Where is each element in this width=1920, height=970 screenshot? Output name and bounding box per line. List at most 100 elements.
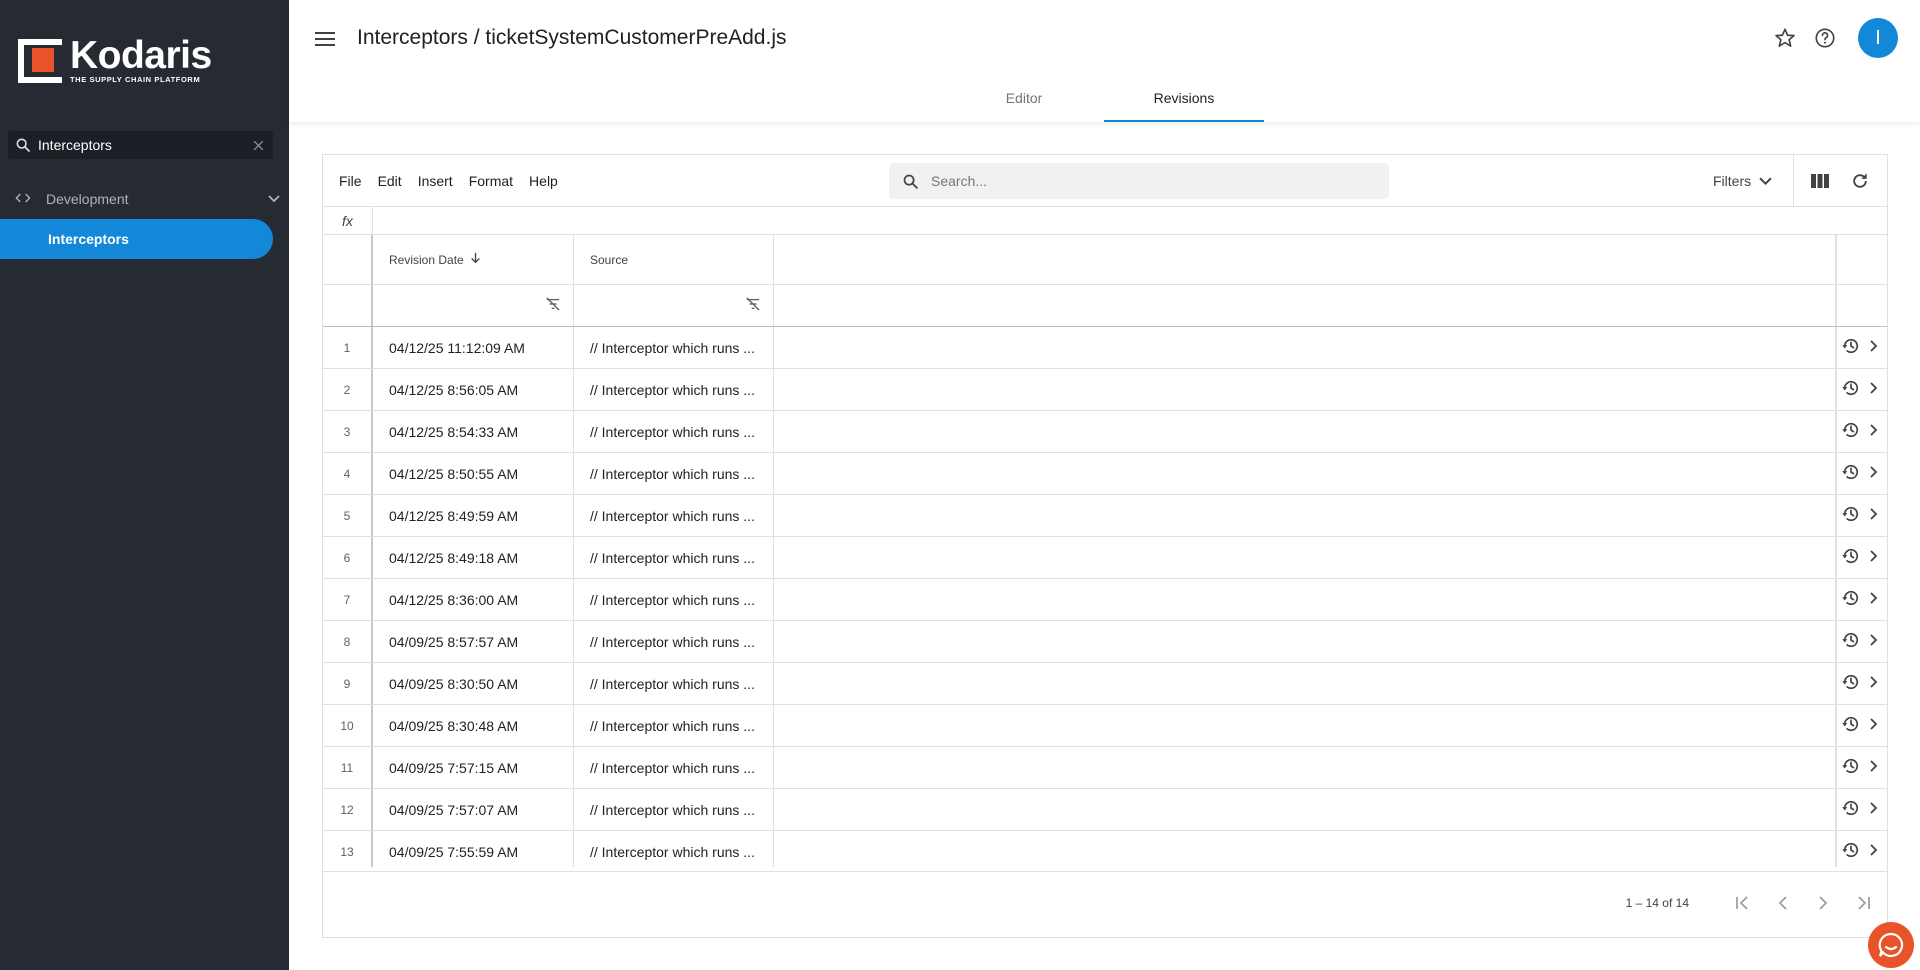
history-icon[interactable] bbox=[1841, 756, 1861, 779]
chevron-right-icon[interactable] bbox=[1869, 843, 1879, 860]
hamburger-icon[interactable] bbox=[313, 27, 337, 51]
source-cell[interactable]: // Interceptor which runs ... bbox=[574, 789, 774, 830]
grid-search-input[interactable] bbox=[931, 173, 1389, 189]
revision-date-cell[interactable]: 04/12/25 8:49:18 AM bbox=[373, 537, 574, 578]
source-cell[interactable]: // Interceptor which runs ... bbox=[574, 663, 774, 704]
column-header-revision-date[interactable]: Revision Date bbox=[373, 235, 574, 284]
tab-revisions[interactable]: Revisions bbox=[1104, 76, 1264, 122]
source-cell[interactable]: // Interceptor which runs ... bbox=[574, 537, 774, 578]
table-row[interactable]: 7 04/12/25 8:36:00 AM// Interceptor which… bbox=[323, 579, 1887, 621]
history-icon[interactable] bbox=[1841, 840, 1861, 863]
grid-search[interactable] bbox=[889, 163, 1389, 199]
chevron-right-icon[interactable] bbox=[1869, 717, 1879, 734]
chevron-right-icon[interactable] bbox=[1869, 759, 1879, 776]
revision-date-cell[interactable]: 04/09/25 8:30:48 AM bbox=[373, 705, 574, 746]
history-icon[interactable] bbox=[1841, 546, 1861, 569]
filter-cell-revision-date[interactable] bbox=[373, 285, 574, 326]
chevron-right-icon[interactable] bbox=[1869, 507, 1879, 524]
history-icon[interactable] bbox=[1841, 798, 1861, 821]
chevron-right-icon[interactable] bbox=[1869, 465, 1879, 482]
history-icon[interactable] bbox=[1841, 630, 1861, 653]
revision-date-cell[interactable]: 04/12/25 8:50:55 AM bbox=[373, 453, 574, 494]
sidebar-group-development[interactable]: Development bbox=[0, 185, 289, 213]
chevron-right-icon[interactable] bbox=[1869, 591, 1879, 608]
chevron-right-icon[interactable] bbox=[1869, 381, 1879, 398]
source-cell[interactable]: // Interceptor which runs ... bbox=[574, 411, 774, 452]
menu-insert[interactable]: Insert bbox=[418, 173, 453, 189]
source-cell[interactable]: // Interceptor which runs ... bbox=[574, 747, 774, 788]
source-cell[interactable]: // Interceptor which runs ... bbox=[574, 831, 774, 867]
last-page-icon[interactable] bbox=[1851, 891, 1875, 915]
source-cell[interactable]: // Interceptor which runs ... bbox=[574, 621, 774, 662]
table-row[interactable]: 11 04/09/25 7:57:15 AM// Interceptor whic… bbox=[323, 747, 1887, 789]
revision-date-cell[interactable]: 04/09/25 7:55:59 AM bbox=[373, 831, 574, 867]
avatar[interactable]: I bbox=[1858, 18, 1898, 58]
table-row[interactable]: 10 04/09/25 8:30:48 AM// Interceptor whic… bbox=[323, 705, 1887, 747]
history-icon[interactable] bbox=[1841, 672, 1861, 695]
table-row[interactable]: 3 04/12/25 8:54:33 AM// Interceptor which… bbox=[323, 411, 1887, 453]
revision-date-cell[interactable]: 04/12/25 8:49:59 AM bbox=[373, 495, 574, 536]
formula-bar[interactable]: fx bbox=[323, 207, 1887, 235]
star-icon[interactable] bbox=[1772, 25, 1798, 51]
kodaris-logo[interactable]: Kodaris THE SUPPLY CHAIN PLATFORM bbox=[18, 36, 212, 84]
table-row[interactable]: 9 04/09/25 8:30:50 AM// Interceptor which… bbox=[323, 663, 1887, 705]
revision-date-cell[interactable]: 04/09/25 8:57:57 AM bbox=[373, 621, 574, 662]
revision-date-cell[interactable]: 04/12/25 8:36:00 AM bbox=[373, 579, 574, 620]
table-row[interactable]: 1 04/12/25 11:12:09 AM// Interceptor whic… bbox=[323, 327, 1887, 369]
history-icon[interactable] bbox=[1841, 504, 1861, 527]
source-cell[interactable]: // Interceptor which runs ... bbox=[574, 369, 774, 410]
chevron-right-icon[interactable] bbox=[1869, 549, 1879, 566]
revision-date-cell[interactable]: 04/09/25 7:57:15 AM bbox=[373, 747, 574, 788]
chevron-right-icon[interactable] bbox=[1869, 633, 1879, 650]
revision-date-cell[interactable]: 04/09/25 7:57:07 AM bbox=[373, 789, 574, 830]
table-row[interactable]: 5 04/12/25 8:49:59 AM// Interceptor which… bbox=[323, 495, 1887, 537]
refresh-icon[interactable] bbox=[1848, 169, 1872, 193]
revision-date-cell[interactable]: 04/09/25 8:30:50 AM bbox=[373, 663, 574, 704]
sidebar-search[interactable]: Interceptors bbox=[8, 131, 273, 159]
table-row[interactable]: 4 04/12/25 8:50:55 AM// Interceptor which… bbox=[323, 453, 1887, 495]
table-row[interactable]: 2 04/12/25 8:56:05 AM// Interceptor which… bbox=[323, 369, 1887, 411]
prev-page-icon[interactable] bbox=[1771, 891, 1795, 915]
close-icon[interactable] bbox=[243, 139, 273, 152]
chevron-right-icon[interactable] bbox=[1869, 339, 1879, 356]
chat-icon[interactable] bbox=[1868, 922, 1914, 968]
table-row[interactable]: 12 04/09/25 7:57:07 AM// Interceptor whic… bbox=[323, 789, 1887, 831]
table-row[interactable]: 6 04/12/25 8:49:18 AM// Interceptor which… bbox=[323, 537, 1887, 579]
source-cell[interactable]: // Interceptor which runs ... bbox=[574, 327, 774, 368]
menu-help[interactable]: Help bbox=[529, 173, 558, 189]
source-cell[interactable]: // Interceptor which runs ... bbox=[574, 495, 774, 536]
revision-date-cell[interactable]: 04/12/25 8:56:05 AM bbox=[373, 369, 574, 410]
filter-off-icon[interactable] bbox=[545, 297, 561, 316]
filter-cell-source[interactable] bbox=[574, 285, 774, 326]
menu-format[interactable]: Format bbox=[469, 173, 513, 189]
column-header-source[interactable]: Source bbox=[574, 235, 774, 284]
first-page-icon[interactable] bbox=[1731, 891, 1755, 915]
help-icon[interactable] bbox=[1812, 25, 1838, 51]
history-icon[interactable] bbox=[1841, 420, 1861, 443]
next-page-icon[interactable] bbox=[1811, 891, 1835, 915]
history-icon[interactable] bbox=[1841, 714, 1861, 737]
menu-file[interactable]: File bbox=[339, 173, 362, 189]
sidebar-item-interceptors[interactable]: Interceptors bbox=[0, 219, 273, 259]
arrow-down-icon[interactable] bbox=[470, 252, 481, 267]
history-icon[interactable] bbox=[1841, 378, 1861, 401]
table-row[interactable]: 13 04/09/25 7:55:59 AM// Interceptor whic… bbox=[323, 831, 1887, 867]
chevron-right-icon[interactable] bbox=[1869, 675, 1879, 692]
source-cell[interactable]: // Interceptor which runs ... bbox=[574, 579, 774, 620]
history-icon[interactable] bbox=[1841, 588, 1861, 611]
chevron-right-icon[interactable] bbox=[1869, 801, 1879, 818]
menu-edit[interactable]: Edit bbox=[378, 173, 402, 189]
source-cell[interactable]: // Interceptor which runs ... bbox=[574, 705, 774, 746]
source-cell[interactable]: // Interceptor which runs ... bbox=[574, 453, 774, 494]
filters-dropdown[interactable]: Filters bbox=[1713, 155, 1772, 207]
chevron-right-icon[interactable] bbox=[1869, 423, 1879, 440]
revision-date-cell[interactable]: 04/12/25 8:54:33 AM bbox=[373, 411, 574, 452]
tab-editor[interactable]: Editor bbox=[944, 76, 1104, 122]
filter-off-icon[interactable] bbox=[745, 297, 761, 316]
revision-date-cell[interactable]: 04/12/25 11:12:09 AM bbox=[373, 327, 574, 368]
history-icon[interactable] bbox=[1841, 336, 1861, 359]
table-row[interactable]: 8 04/09/25 8:57:57 AM// Interceptor which… bbox=[323, 621, 1887, 663]
history-icon[interactable] bbox=[1841, 462, 1861, 485]
sidebar-search-input[interactable]: Interceptors bbox=[38, 137, 243, 153]
columns-icon[interactable] bbox=[1808, 169, 1832, 193]
